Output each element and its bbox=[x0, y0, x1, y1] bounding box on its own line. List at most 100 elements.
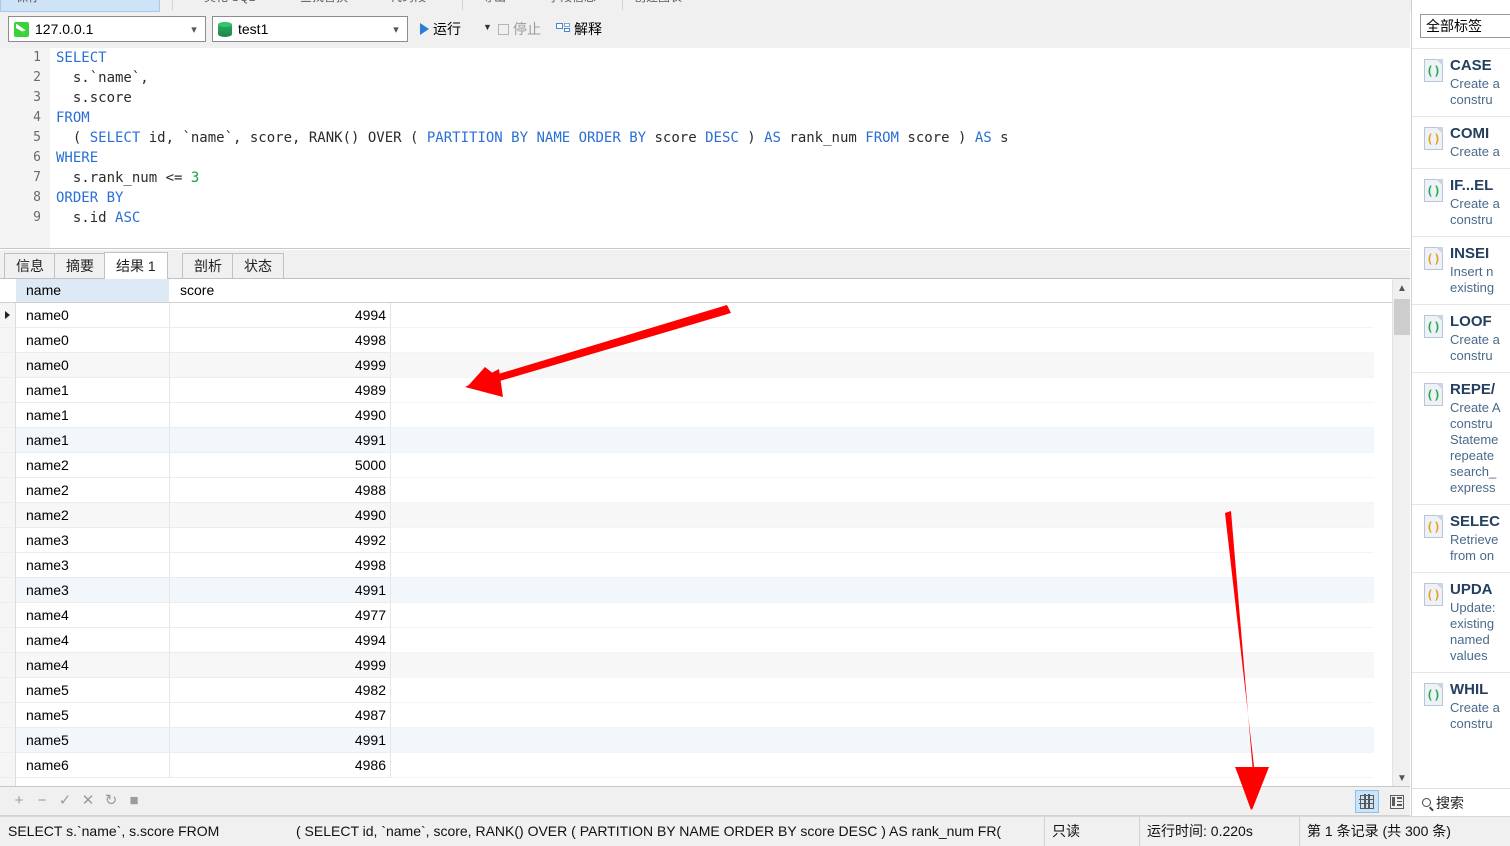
scrollbar-thumb[interactable] bbox=[1394, 299, 1410, 335]
cell-score[interactable]: 4988 bbox=[170, 478, 391, 503]
cell-name[interactable]: name4 bbox=[16, 628, 170, 653]
cell-name[interactable]: name5 bbox=[16, 678, 170, 703]
row-marker[interactable] bbox=[0, 428, 16, 453]
snippet-item[interactable]: () CASE Create a constru bbox=[1412, 48, 1510, 116]
code-line[interactable]: WHERE bbox=[56, 148, 1410, 168]
cell-name[interactable]: name3 bbox=[16, 528, 170, 553]
table-row[interactable]: name5 4982 bbox=[0, 678, 1392, 703]
snippet-item[interactable]: () WHIL Create a constru bbox=[1412, 672, 1510, 740]
explain-plan-button[interactable]: 解释 bbox=[552, 16, 606, 42]
database-selector[interactable]: test1 ▾ bbox=[212, 16, 408, 42]
toolbar-item-label-1[interactable]: 美化 SQL bbox=[204, 0, 255, 5]
cell-name[interactable]: name0 bbox=[16, 303, 170, 328]
row-marker[interactable] bbox=[0, 628, 16, 653]
tab-0[interactable]: 信息 bbox=[4, 253, 56, 279]
toolbar-item-label-3[interactable]: 代码段 bbox=[390, 0, 426, 5]
cell-name[interactable]: name3 bbox=[16, 578, 170, 603]
chevron-down-icon[interactable]: ▾ bbox=[385, 23, 407, 36]
table-row[interactable]: name1 4989 bbox=[0, 378, 1392, 403]
cell-name[interactable]: name4 bbox=[16, 653, 170, 678]
connection-selector[interactable]: 127.0.0.1 ▾ bbox=[8, 16, 206, 42]
cell-score[interactable]: 4999 bbox=[170, 653, 391, 678]
form-view-button[interactable] bbox=[1385, 790, 1409, 813]
table-row[interactable]: name3 4991 bbox=[0, 578, 1392, 603]
cell-score[interactable]: 4991 bbox=[170, 728, 391, 753]
cell-score[interactable]: 4977 bbox=[170, 603, 391, 628]
row-marker[interactable] bbox=[0, 528, 16, 553]
row-marker[interactable] bbox=[0, 653, 16, 678]
grid-view-button[interactable] bbox=[1355, 790, 1379, 813]
snippet-item[interactable]: () COMI Create a bbox=[1412, 116, 1510, 168]
toolbar-item-label-5[interactable]: 字段信息 bbox=[548, 0, 596, 5]
table-row[interactable]: name6 4986 bbox=[0, 753, 1392, 778]
snippet-item[interactable]: () SELEC Retrieve from on bbox=[1412, 504, 1510, 572]
cell-score[interactable]: 4999 bbox=[170, 353, 391, 378]
result-grid[interactable]: name score name0 4994 name0 4998 name0 4999 na… bbox=[0, 279, 1410, 787]
row-marker[interactable] bbox=[0, 678, 16, 703]
cell-name[interactable]: name2 bbox=[16, 478, 170, 503]
cell-score[interactable]: 4998 bbox=[170, 553, 391, 578]
snippet-item[interactable]: () REPE/Create A constru Stateme repeate … bbox=[1412, 372, 1510, 504]
cell-score[interactable]: 5000 bbox=[170, 453, 391, 478]
tag-filter-select[interactable]: 全部标签 bbox=[1420, 14, 1510, 38]
toolbar-item-label-2[interactable]: 查找替换 bbox=[300, 0, 348, 5]
sql-templates-panel[interactable]: 全部标签 () CASE Create a constru () COMI Create … bbox=[1411, 0, 1510, 816]
row-marker[interactable] bbox=[0, 328, 16, 353]
table-row[interactable]: name1 4990 bbox=[0, 403, 1392, 428]
cell-name[interactable]: name1 bbox=[16, 403, 170, 428]
table-row[interactable]: name4 4977 bbox=[0, 603, 1392, 628]
tab-3[interactable]: 剖析 bbox=[182, 253, 234, 279]
delete-row-button[interactable]: − bbox=[33, 793, 51, 810]
code-line[interactable]: s.score bbox=[56, 88, 1410, 108]
run-button[interactable]: 运行 bbox=[416, 16, 465, 42]
table-row[interactable]: name3 4998 bbox=[0, 553, 1392, 578]
table-row[interactable]: name1 4991 bbox=[0, 428, 1392, 453]
row-marker[interactable] bbox=[0, 728, 16, 753]
scroll-down-icon[interactable]: ▼ bbox=[1393, 769, 1410, 786]
row-marker[interactable] bbox=[0, 603, 16, 628]
snippet-search-box[interactable]: 搜索 bbox=[1412, 788, 1510, 816]
commit-button[interactable]: ✓ bbox=[56, 793, 74, 810]
cell-name[interactable]: name1 bbox=[16, 378, 170, 403]
cell-score[interactable]: 4998 bbox=[170, 328, 391, 353]
row-marker[interactable] bbox=[0, 353, 16, 378]
cell-score[interactable]: 4990 bbox=[170, 403, 391, 428]
toolbar-item-label-4[interactable]: 导出 bbox=[482, 0, 506, 5]
cell-score[interactable]: 4991 bbox=[170, 578, 391, 603]
tab-1[interactable]: 摘要 bbox=[54, 253, 106, 279]
cell-name[interactable]: name3 bbox=[16, 553, 170, 578]
run-dropdown-caret-icon[interactable]: ▼ bbox=[483, 22, 492, 32]
table-row[interactable]: name2 5000 bbox=[0, 453, 1392, 478]
table-row[interactable]: name4 4994 bbox=[0, 628, 1392, 653]
row-marker[interactable] bbox=[0, 478, 16, 503]
snippet-item[interactable]: () INSEI Insert n existing bbox=[1412, 236, 1510, 304]
cell-name[interactable]: name6 bbox=[16, 753, 170, 778]
snippet-item[interactable]: () LOOF Create a constru bbox=[1412, 304, 1510, 372]
table-row[interactable]: name4 4999 bbox=[0, 653, 1392, 678]
snippet-item[interactable]: () UPDA Update: existing named values bbox=[1412, 572, 1510, 672]
row-marker[interactable] bbox=[0, 703, 16, 728]
cell-score[interactable]: 4994 bbox=[170, 303, 391, 328]
row-marker[interactable] bbox=[0, 753, 16, 778]
code-line[interactable]: SELECT bbox=[56, 48, 1410, 68]
row-marker[interactable] bbox=[0, 553, 16, 578]
table-row[interactable]: name2 4988 bbox=[0, 478, 1392, 503]
sql-code-area[interactable]: SELECT s.`name`, s.score FROM ( SELECT id… bbox=[56, 48, 1410, 248]
cell-name[interactable]: name4 bbox=[16, 603, 170, 628]
cell-name[interactable]: name5 bbox=[16, 728, 170, 753]
tab-4[interactable]: 状态 bbox=[232, 253, 284, 279]
cell-name[interactable]: name0 bbox=[16, 328, 170, 353]
snippet-item[interactable]: () IF...EL Create a constru bbox=[1412, 168, 1510, 236]
cell-name[interactable]: name0 bbox=[16, 353, 170, 378]
code-line[interactable]: ORDER BY bbox=[56, 188, 1410, 208]
cell-name[interactable]: name2 bbox=[16, 503, 170, 528]
code-line[interactable]: s.`name`, bbox=[56, 68, 1410, 88]
column-header-score[interactable]: score bbox=[170, 279, 391, 302]
table-row[interactable]: name0 4999 bbox=[0, 353, 1392, 378]
code-line[interactable]: FROM bbox=[56, 108, 1410, 128]
chevron-down-icon[interactable]: ▾ bbox=[183, 23, 205, 36]
row-marker[interactable] bbox=[0, 403, 16, 428]
row-marker[interactable] bbox=[0, 453, 16, 478]
code-line[interactable]: ( SELECT id, `name`, score, RANK() OVER … bbox=[56, 128, 1410, 148]
scroll-up-icon[interactable]: ▲ bbox=[1393, 279, 1410, 297]
